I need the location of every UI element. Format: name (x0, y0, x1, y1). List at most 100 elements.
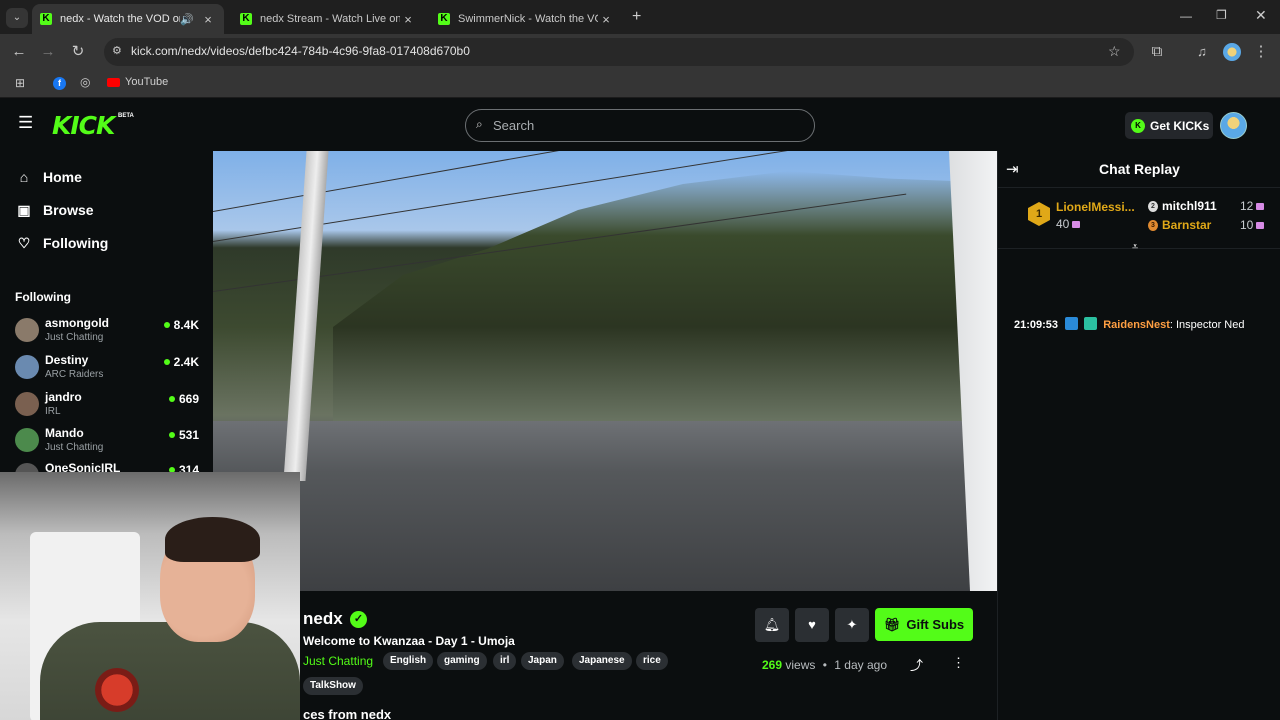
gift-subs-button[interactable]: 🎁︎ Gift Subs (875, 608, 973, 641)
browser-tab[interactable]: K nedx Stream - Watch Live on Ki × (232, 4, 424, 34)
site-info-icon[interactable]: ⚙ (112, 44, 122, 57)
forward-icon[interactable]: → (37, 41, 59, 63)
browser-tab-bar: ⌄ K nedx - Watch the VOD on K 🔊 × K nedx… (0, 0, 1280, 34)
channel-name: Mando (45, 426, 84, 440)
avatar (15, 428, 39, 452)
live-dot-icon (168, 396, 175, 402)
following-section-title: Following (15, 290, 71, 304)
speaker-icon[interactable]: 🔊 (180, 13, 194, 26)
leaderboard-name[interactable]: mitchl911 (1162, 199, 1217, 213)
search-input[interactable]: ⌕ Search (465, 109, 815, 142)
close-tab-icon[interactable]: × (200, 12, 216, 27)
restore-icon[interactable]: ❐ (1216, 8, 1227, 22)
sparkle-button[interactable]: ✦ (835, 608, 869, 642)
new-tab-button[interactable]: + (632, 8, 641, 26)
profile-icon[interactable] (1223, 43, 1241, 61)
video-category-link[interactable]: Just Chatting (303, 654, 373, 668)
browser-menu-icon[interactable]: ⋮ (1250, 41, 1272, 63)
tag[interactable]: TalkShow (303, 677, 363, 695)
globe-icon[interactable]: ◎ (80, 75, 90, 89)
bookmark-label: YouTube (125, 76, 169, 88)
gift-icon (1256, 203, 1265, 210)
browser-tab[interactable]: K SwimmerNick - Watch the VOD × (430, 4, 622, 34)
facebook-icon[interactable]: f (53, 77, 66, 90)
channel-category: IRL (45, 406, 61, 417)
leaderboard-count: 12 (1240, 199, 1265, 213)
webcam-person-hair (165, 517, 260, 562)
tag[interactable]: irl (493, 652, 517, 670)
channel-name-heading[interactable]: nedx (303, 609, 343, 629)
follow-heart-button[interactable]: ♥ (795, 608, 829, 642)
channel-category: Just Chatting (45, 442, 104, 453)
followed-channel[interactable]: jandro IRL 669 (15, 390, 203, 420)
sidebar-item-label: Following (43, 235, 109, 251)
close-tab-icon[interactable]: × (400, 12, 416, 27)
leaderboard-name[interactable]: LionelMessi... (1056, 200, 1135, 214)
kick-favicon-icon: K (40, 13, 52, 25)
back-icon[interactable]: ← (8, 41, 30, 63)
user-avatar[interactable] (1220, 112, 1247, 139)
rank-3-medal-icon: 3 (1148, 220, 1158, 231)
video-frame-trees (333, 171, 997, 431)
tab-search-button[interactable]: ⌄ (6, 8, 28, 28)
webcam-person-body (40, 622, 300, 720)
tag[interactable]: rice (636, 652, 668, 670)
leaderboard-name[interactable]: Barnstar (1162, 218, 1211, 232)
tag[interactable]: Japan (521, 652, 564, 670)
followed-channel[interactable]: Destiny ARC Raiders 2.4K (15, 353, 203, 383)
get-kicks-label: Get KICKs (1150, 118, 1210, 133)
home-icon: ⌂ (19, 169, 29, 185)
webcam-patch (95, 668, 139, 712)
followed-channel[interactable]: asmongold Just Chatting 8.4K (15, 316, 203, 346)
more-options-icon[interactable]: ⋮ (952, 655, 965, 671)
followed-channel[interactable]: Mando Just Chatting 531 (15, 426, 203, 456)
chat-panel: ⇥ Chat Replay 1 LionelMessi... 40 2 mitc… (997, 151, 1280, 720)
live-dot-icon (168, 432, 175, 438)
browser-tab-active[interactable]: K nedx - Watch the VOD on K 🔊 × (32, 4, 224, 34)
site-header: ☰ KICK BETA ⌕ Search K Get KICKs (0, 99, 1280, 151)
channel-category: Just Chatting (45, 332, 104, 343)
message-text: : Inspector Ned (1169, 319, 1245, 331)
sidebar-item-following[interactable]: ♡ Following (15, 232, 109, 254)
media-control-icon[interactable]: ♫ (1191, 41, 1213, 63)
message-username[interactable]: RaidensNest (1103, 319, 1170, 331)
sidebar-item-label: Home (43, 169, 82, 185)
get-kicks-button[interactable]: K Get KICKs (1125, 112, 1213, 139)
sidebar-item-browse[interactable]: ▣ Browse (15, 199, 93, 221)
channel-name: jandro (45, 390, 82, 404)
heart-icon: ♡ (17, 234, 31, 251)
video-meta: 269 views • 1 day ago (762, 658, 887, 672)
extensions-icon[interactable]: ⧉ (1146, 41, 1168, 63)
viewer-count: 2.4K (163, 355, 199, 369)
close-window-icon[interactable]: ✕ (1255, 7, 1267, 24)
search-icon: ⌕ (476, 117, 483, 131)
tag[interactable]: Japanese (572, 652, 632, 670)
bookmarks-bar: ⊞ f ◎ YouTube (0, 70, 1280, 98)
hamburger-menu-icon[interactable]: ☰ (18, 113, 33, 133)
apps-grid-icon[interactable]: ⊞ (15, 76, 25, 90)
browse-icon: ▣ (17, 201, 31, 218)
leaderboard-count: 10 (1240, 218, 1265, 232)
bookmark-youtube[interactable]: YouTube (107, 76, 168, 88)
minimize-icon[interactable]: — (1180, 9, 1192, 23)
channel-name: asmongold (45, 316, 110, 330)
gift-icon (1256, 222, 1265, 229)
video-player[interactable] (213, 151, 997, 591)
avatar (15, 392, 39, 416)
share-icon[interactable]: ⤴ (910, 655, 923, 674)
video-title: Welcome to Kwanzaa - Day 1 - Umoja (303, 634, 515, 648)
kick-logo[interactable]: KICK (52, 111, 115, 140)
bookmark-star-icon[interactable]: ☆ (1108, 43, 1121, 60)
viewer-count: 8.4K (163, 318, 199, 332)
expand-leaderboard-icon[interactable]: ⩡ (1132, 241, 1138, 254)
sidebar-item-home[interactable]: ⌂ Home (15, 166, 82, 188)
notification-bell-button[interactable]: 🔔︎ (755, 608, 789, 642)
kick-page: ☰ KICK BETA ⌕ Search K Get KICKs ⌂ Home … (0, 99, 1280, 720)
reload-icon[interactable]: ↻ (67, 41, 89, 63)
close-tab-icon[interactable]: × (598, 12, 614, 27)
video-frame-road (213, 421, 997, 591)
url-field[interactable]: ⚙ kick.com/nedx/videos/defbc424-784b-4c9… (104, 38, 1134, 66)
tag[interactable]: gaming (437, 652, 487, 670)
leaderboard-count: 40 (1056, 217, 1081, 231)
tag[interactable]: English (383, 652, 434, 670)
